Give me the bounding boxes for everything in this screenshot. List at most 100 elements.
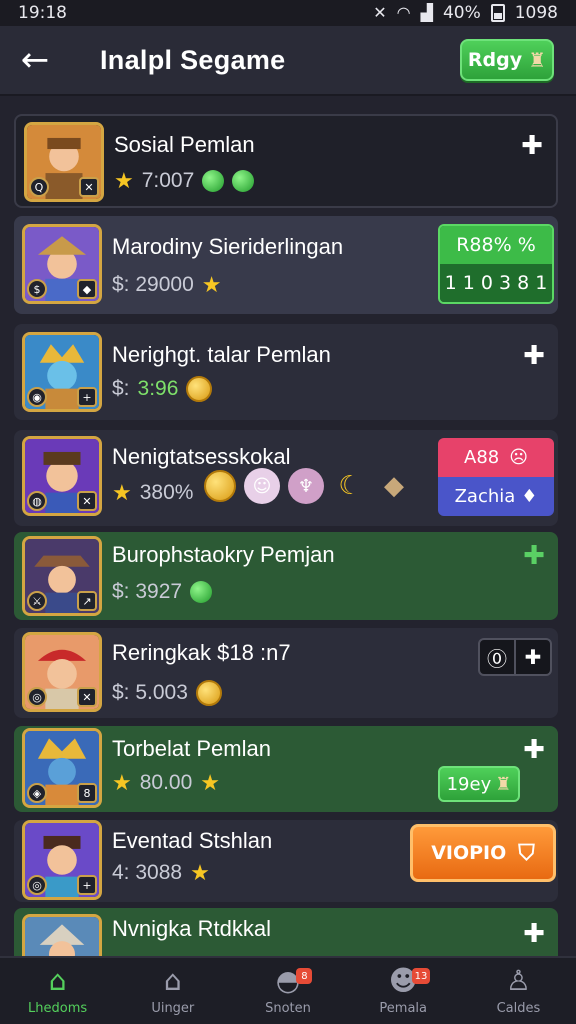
crossed-swords-icon: ✕: [77, 491, 97, 511]
sword-badge-icon: ⚔: [27, 591, 47, 611]
row-sub: ★ 7:007: [114, 168, 255, 194]
mute-icon: ✕: [373, 3, 387, 22]
bottom-navigation: ⌂ Lhedoms ⌂ Uinger ◓ 8 Snoten ☻ 13 Pemal…: [0, 956, 576, 1024]
action-button[interactable]: VIOPIO ⛉: [410, 824, 556, 882]
shield-badge-icon: ◈: [27, 783, 47, 803]
list-item[interactable]: ⚔ ↗ Burophstaokry Pemjan $: 3927 ✚: [14, 532, 558, 620]
row-sub: $: 3927: [112, 580, 213, 604]
add-icon[interactable]: ✚: [522, 343, 546, 369]
trophy-icon: ♜: [528, 48, 547, 72]
list-item[interactable]: ◎ ✕ Reringkak $18 :n7 $: 5.003 ⓪ ✚: [14, 628, 558, 718]
avatar: Q ✕: [24, 122, 104, 202]
ready-button-label: Rdgy: [467, 49, 523, 71]
row-sub: $: 5.003: [112, 680, 222, 706]
ready-button[interactable]: Rdgy ♜: [460, 39, 554, 81]
list-item[interactable]: Nvnigka Rtdkkal ✚: [14, 908, 558, 956]
list-item[interactable]: ◈ 8 Torbelat Pemlan ★ 80.00 ★ ✚ 19ey ♜: [14, 726, 558, 812]
settings-icon[interactable]: ✚: [516, 640, 550, 674]
status-icons: ✕ ◠ ▟ 40% 1098: [373, 3, 558, 23]
nav-item-pemala[interactable]: ☻ 13 Pemala: [346, 958, 461, 1024]
banana-icon[interactable]: ☾: [332, 468, 368, 504]
avatar: $ ◆: [22, 224, 102, 304]
row-title: Eventad Stshlan: [112, 828, 273, 853]
toggle-control[interactable]: ⓪ ✚: [478, 638, 552, 676]
avatar: [22, 914, 102, 956]
gem-icon: [190, 581, 213, 603]
globe-badge-icon: ◍: [27, 491, 47, 511]
star-icon: ★: [112, 770, 132, 795]
ready-button[interactable]: 19ey ♜: [438, 766, 520, 802]
crossed-swords-icon: ✕: [77, 687, 97, 707]
target-badge-icon: ◎: [27, 875, 47, 895]
coin-icon: [204, 470, 236, 502]
signal-icon: ▟: [420, 3, 433, 22]
arrow-left-icon: ←: [20, 40, 50, 80]
status-clock-right: 1098: [514, 3, 558, 23]
row-title: Reringkak $18 :n7: [112, 640, 291, 665]
gem-icon: [202, 170, 225, 192]
star-icon: ★: [114, 168, 134, 193]
person-icon: ♙: [505, 963, 531, 997]
avatar: ◍ ✕: [22, 436, 102, 516]
chest-icon[interactable]: ◆: [376, 468, 412, 504]
nav-item-snoten[interactable]: ◓ 8 Snoten: [230, 958, 345, 1024]
character-icon[interactable]: ☺: [244, 468, 280, 504]
crossed-swords-icon: ✕: [79, 177, 99, 197]
nav-item-house[interactable]: ⌂ Uinger: [115, 958, 230, 1024]
coin-icon: [186, 376, 213, 402]
reward-box[interactable]: A88 ☹ Zachia ♦: [438, 438, 554, 516]
list-item[interactable]: ◉ + Nerighgt. talar Pemlan $: 3:96 ✚: [14, 324, 558, 420]
row-title: Burophstaokry Pemjan: [112, 542, 335, 567]
add-icon[interactable]: ✚: [520, 133, 544, 159]
torch-icon: ♦: [521, 486, 538, 507]
status-bar: 19:18 ✕ ◠ ▟ 40% 1098: [0, 0, 576, 26]
arrow-badge-icon: ↗: [77, 591, 97, 611]
star-icon: ★: [190, 860, 210, 885]
nav-item-caldes[interactable]: ♙ Caldes: [461, 958, 576, 1024]
circle-badge-icon: ◎: [27, 687, 47, 707]
coin-icon: [195, 680, 222, 706]
add-icon[interactable]: ✚: [522, 737, 546, 763]
list-item[interactable]: Q ✕ Sosial Pemlan ★ 7:007 ✚: [14, 114, 558, 208]
battery-percent: 40%: [442, 3, 481, 23]
stat-box[interactable]: R88% % 1 1 0 3 8 1: [438, 224, 554, 304]
nav-item-home[interactable]: ⌂ Lhedoms: [0, 958, 115, 1024]
reward-bottom: Zachia ♦: [438, 477, 554, 516]
list-item[interactable]: ◍ ✕ Nenigtatsesskokal ★ 380% ☺ ♆ ☾ ◆ A88…: [14, 430, 558, 526]
row-sub: 4: 3088 ★: [112, 860, 210, 885]
house-icon: ⌂: [163, 963, 182, 997]
row-sub: $: 29000 ★: [112, 272, 222, 297]
row-sub: ★ 380%: [112, 480, 194, 505]
potion-icon[interactable]: ♆: [288, 468, 324, 504]
status-time: 19:18: [18, 3, 67, 23]
row-title: Sosial Pemlan: [114, 132, 255, 157]
list-item[interactable]: ◎ + Eventad Stshlan 4: 3088 ★ VIOPIO ⛉: [14, 820, 558, 902]
number-badge-icon: 8: [77, 783, 97, 803]
page-title: Inalpl Segame: [100, 44, 286, 75]
row-title: Marodiny Sieriderlingan: [112, 234, 344, 259]
row-sub: $: 3:96: [112, 376, 213, 402]
home-icon: ⌂: [48, 963, 67, 997]
gold-badge-icon: ◆: [77, 279, 97, 299]
row-sub: ★ 80.00 ★: [112, 770, 221, 795]
notification-badge: 8: [296, 968, 313, 984]
star-icon: ★: [201, 272, 222, 297]
avatar: ⚔ ↗: [22, 536, 102, 616]
back-button[interactable]: ←: [0, 25, 70, 95]
star-icon: ★: [200, 770, 221, 795]
row-title: Nvnigka Rtdkkal: [112, 916, 271, 941]
sad-face-icon: ☹: [509, 447, 528, 468]
avatar: ◎ +: [22, 820, 102, 900]
list-item[interactable]: $ ◆ Marodiny Sieriderlingan $: 29000 ★ R…: [14, 216, 558, 314]
row-title: Nenigtatsesskokal: [112, 444, 291, 469]
add-icon[interactable]: ✚: [522, 543, 546, 569]
add-icon[interactable]: ✚: [522, 921, 546, 947]
record-icon[interactable]: ⓪: [480, 640, 516, 674]
plus-badge-icon: +: [77, 387, 97, 407]
avatar: ◈ 8: [22, 728, 102, 808]
coin-badge-icon: $: [27, 279, 47, 299]
stat-top: R88% %: [440, 226, 552, 264]
item-strip: ☺ ♆ ☾ ◆: [204, 468, 412, 504]
notification-badge: 13: [411, 968, 431, 984]
shield-icon: ⛉: [518, 840, 535, 866]
